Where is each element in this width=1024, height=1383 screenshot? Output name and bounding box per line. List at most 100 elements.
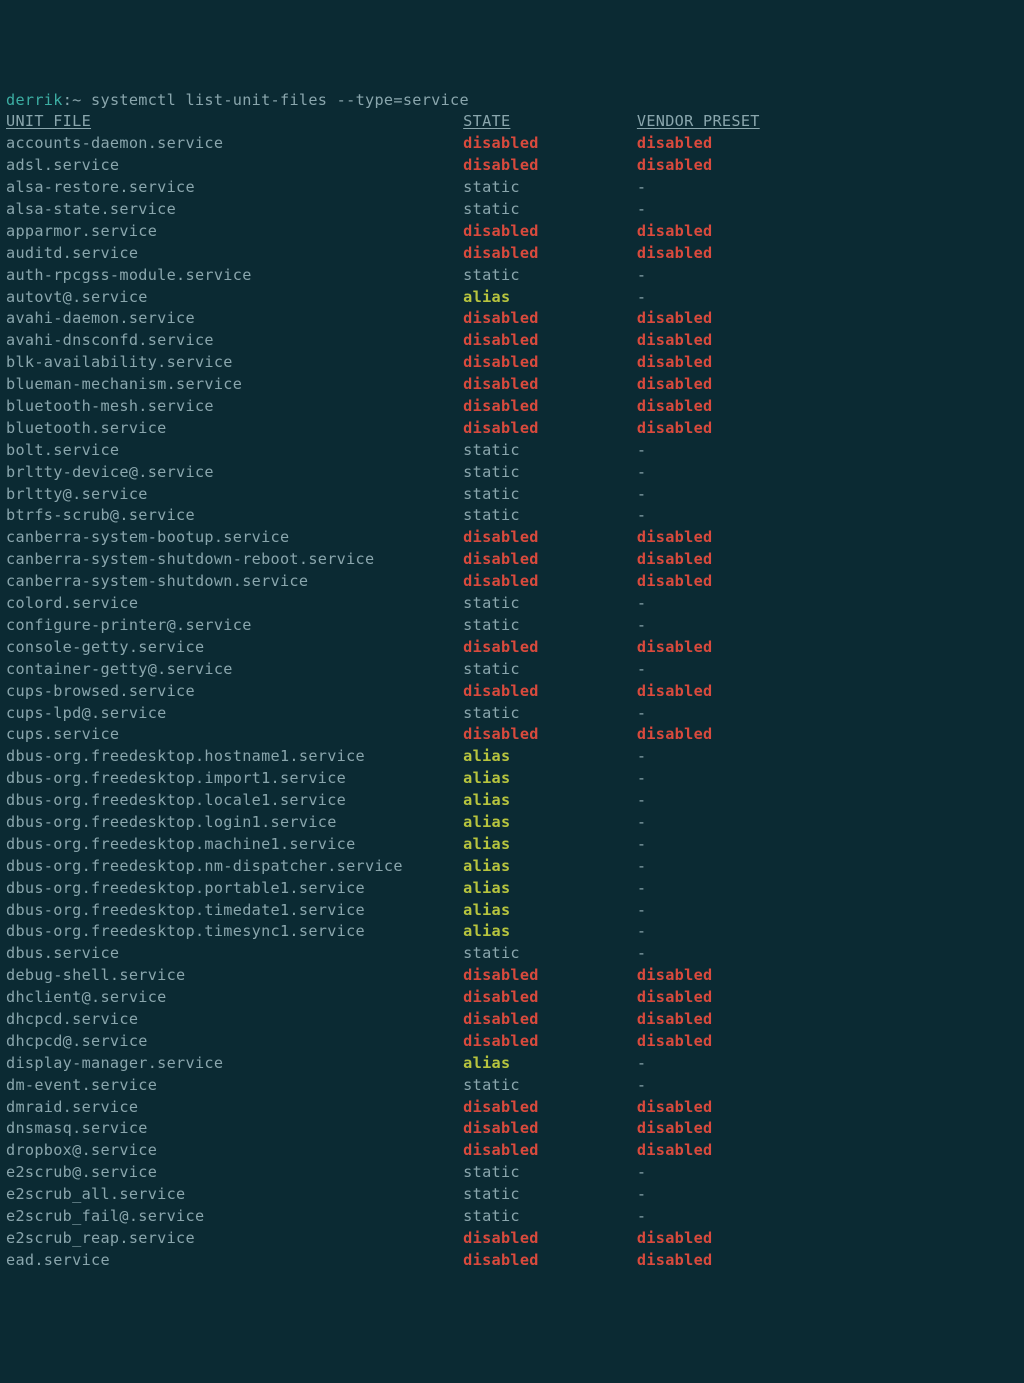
state-cell: disabled xyxy=(463,221,637,243)
state-cell: static xyxy=(463,265,637,287)
vendor-preset-cell: disabled xyxy=(637,396,713,418)
service-row: configure-printer@.servicestatic- xyxy=(6,615,1018,637)
state-cell: static xyxy=(463,659,637,681)
state-cell: disabled xyxy=(463,352,637,374)
vendor-preset-cell: disabled xyxy=(637,308,713,330)
state-cell: alias xyxy=(463,790,637,812)
state-cell: alias xyxy=(463,856,637,878)
service-row: e2scrub@.servicestatic- xyxy=(6,1162,1018,1184)
unit-file-cell: autovt@.service xyxy=(6,287,463,309)
state-cell: disabled xyxy=(463,418,637,440)
unit-file-cell: apparmor.service xyxy=(6,221,463,243)
vendor-preset-cell: disabled xyxy=(637,571,713,593)
service-row: dbus-org.freedesktop.import1.servicealia… xyxy=(6,768,1018,790)
prompt-path: :~ xyxy=(63,91,82,109)
vendor-preset-cell: - xyxy=(637,921,646,943)
vendor-preset-cell: - xyxy=(637,659,646,681)
state-cell: disabled xyxy=(463,965,637,987)
header-state: STATE xyxy=(463,111,637,133)
vendor-preset-cell: - xyxy=(637,440,646,462)
service-row: e2scrub_all.servicestatic- xyxy=(6,1184,1018,1206)
vendor-preset-cell: disabled xyxy=(637,155,713,177)
service-row: canberra-system-shutdown-reboot.serviced… xyxy=(6,549,1018,571)
service-row: dhclient@.servicedisableddisabled xyxy=(6,987,1018,1009)
service-row: dm-event.servicestatic- xyxy=(6,1075,1018,1097)
service-row: autovt@.servicealias- xyxy=(6,287,1018,309)
state-cell: disabled xyxy=(463,330,637,352)
vendor-preset-cell: - xyxy=(637,199,646,221)
state-cell: static xyxy=(463,177,637,199)
service-row: btrfs-scrub@.servicestatic- xyxy=(6,505,1018,527)
unit-file-cell: avahi-daemon.service xyxy=(6,308,463,330)
state-cell: alias xyxy=(463,1053,637,1075)
unit-file-cell: e2scrub_fail@.service xyxy=(6,1206,463,1228)
service-row: apparmor.servicedisableddisabled xyxy=(6,221,1018,243)
vendor-preset-cell: - xyxy=(637,1053,646,1075)
state-cell: disabled xyxy=(463,155,637,177)
state-cell: alias xyxy=(463,287,637,309)
state-cell: disabled xyxy=(463,987,637,1009)
service-row: accounts-daemon.servicedisableddisabled xyxy=(6,133,1018,155)
vendor-preset-cell: disabled xyxy=(637,1009,713,1031)
vendor-preset-cell: disabled xyxy=(637,1140,713,1162)
state-cell: disabled xyxy=(463,527,637,549)
service-row: canberra-system-bootup.servicedisableddi… xyxy=(6,527,1018,549)
state-cell: disabled xyxy=(463,1118,637,1140)
service-row: bolt.servicestatic- xyxy=(6,440,1018,462)
unit-file-cell: auth-rpcgss-module.service xyxy=(6,265,463,287)
state-cell: disabled xyxy=(463,571,637,593)
state-cell: disabled xyxy=(463,637,637,659)
prompt-symbol xyxy=(82,91,91,109)
service-row: dbus.servicestatic- xyxy=(6,943,1018,965)
unit-file-cell: dmraid.service xyxy=(6,1097,463,1119)
state-cell: disabled xyxy=(463,724,637,746)
unit-file-cell: configure-printer@.service xyxy=(6,615,463,637)
vendor-preset-cell: - xyxy=(637,1162,646,1184)
unit-file-cell: alsa-state.service xyxy=(6,199,463,221)
service-row: canberra-system-shutdown.servicedisabled… xyxy=(6,571,1018,593)
service-list: accounts-daemon.servicedisableddisableda… xyxy=(6,133,1018,1271)
service-row: dbus-org.freedesktop.timesync1.serviceal… xyxy=(6,921,1018,943)
state-cell: disabled xyxy=(463,1140,637,1162)
unit-file-cell: bolt.service xyxy=(6,440,463,462)
unit-file-cell: brltty-device@.service xyxy=(6,462,463,484)
state-cell: disabled xyxy=(463,1097,637,1119)
unit-file-cell: btrfs-scrub@.service xyxy=(6,505,463,527)
vendor-preset-cell: disabled xyxy=(637,352,713,374)
state-cell: static xyxy=(463,462,637,484)
unit-file-cell: e2scrub@.service xyxy=(6,1162,463,1184)
service-row: adsl.servicedisableddisabled xyxy=(6,155,1018,177)
vendor-preset-cell: - xyxy=(637,1206,646,1228)
service-row: bluetooth.servicedisableddisabled xyxy=(6,418,1018,440)
vendor-preset-cell: disabled xyxy=(637,243,713,265)
state-cell: static xyxy=(463,1184,637,1206)
vendor-preset-cell: disabled xyxy=(637,965,713,987)
vendor-preset-cell: - xyxy=(637,856,646,878)
vendor-preset-cell: - xyxy=(637,505,646,527)
service-row: ead.servicedisableddisabled xyxy=(6,1250,1018,1272)
service-row: blk-availability.servicedisableddisabled xyxy=(6,352,1018,374)
header-unit-file: UNIT FILE xyxy=(6,111,463,133)
terminal-output[interactable]: derrik:~ systemctl list-unit-files --typ… xyxy=(6,90,1018,1272)
service-row: dbus-org.freedesktop.login1.servicealias… xyxy=(6,812,1018,834)
service-row: display-manager.servicealias- xyxy=(6,1053,1018,1075)
state-cell: static xyxy=(463,593,637,615)
header-vendor-preset: VENDOR PRESET xyxy=(637,111,760,133)
service-row: dbus-org.freedesktop.machine1.serviceali… xyxy=(6,834,1018,856)
unit-file-cell: brltty@.service xyxy=(6,484,463,506)
unit-file-cell: debug-shell.service xyxy=(6,965,463,987)
vendor-preset-cell: - xyxy=(637,615,646,637)
state-cell: static xyxy=(463,440,637,462)
vendor-preset-cell: disabled xyxy=(637,1097,713,1119)
state-cell: disabled xyxy=(463,1009,637,1031)
vendor-preset-cell: - xyxy=(637,484,646,506)
vendor-preset-cell: disabled xyxy=(637,987,713,1009)
state-cell: alias xyxy=(463,921,637,943)
service-row: dbus-org.freedesktop.locale1.servicealia… xyxy=(6,790,1018,812)
vendor-preset-cell: - xyxy=(637,703,646,725)
service-row: dnsmasq.servicedisableddisabled xyxy=(6,1118,1018,1140)
service-row: cups.servicedisableddisabled xyxy=(6,724,1018,746)
unit-file-cell: dbus-org.freedesktop.machine1.service xyxy=(6,834,463,856)
vendor-preset-cell: disabled xyxy=(637,330,713,352)
vendor-preset-cell: disabled xyxy=(637,133,713,155)
